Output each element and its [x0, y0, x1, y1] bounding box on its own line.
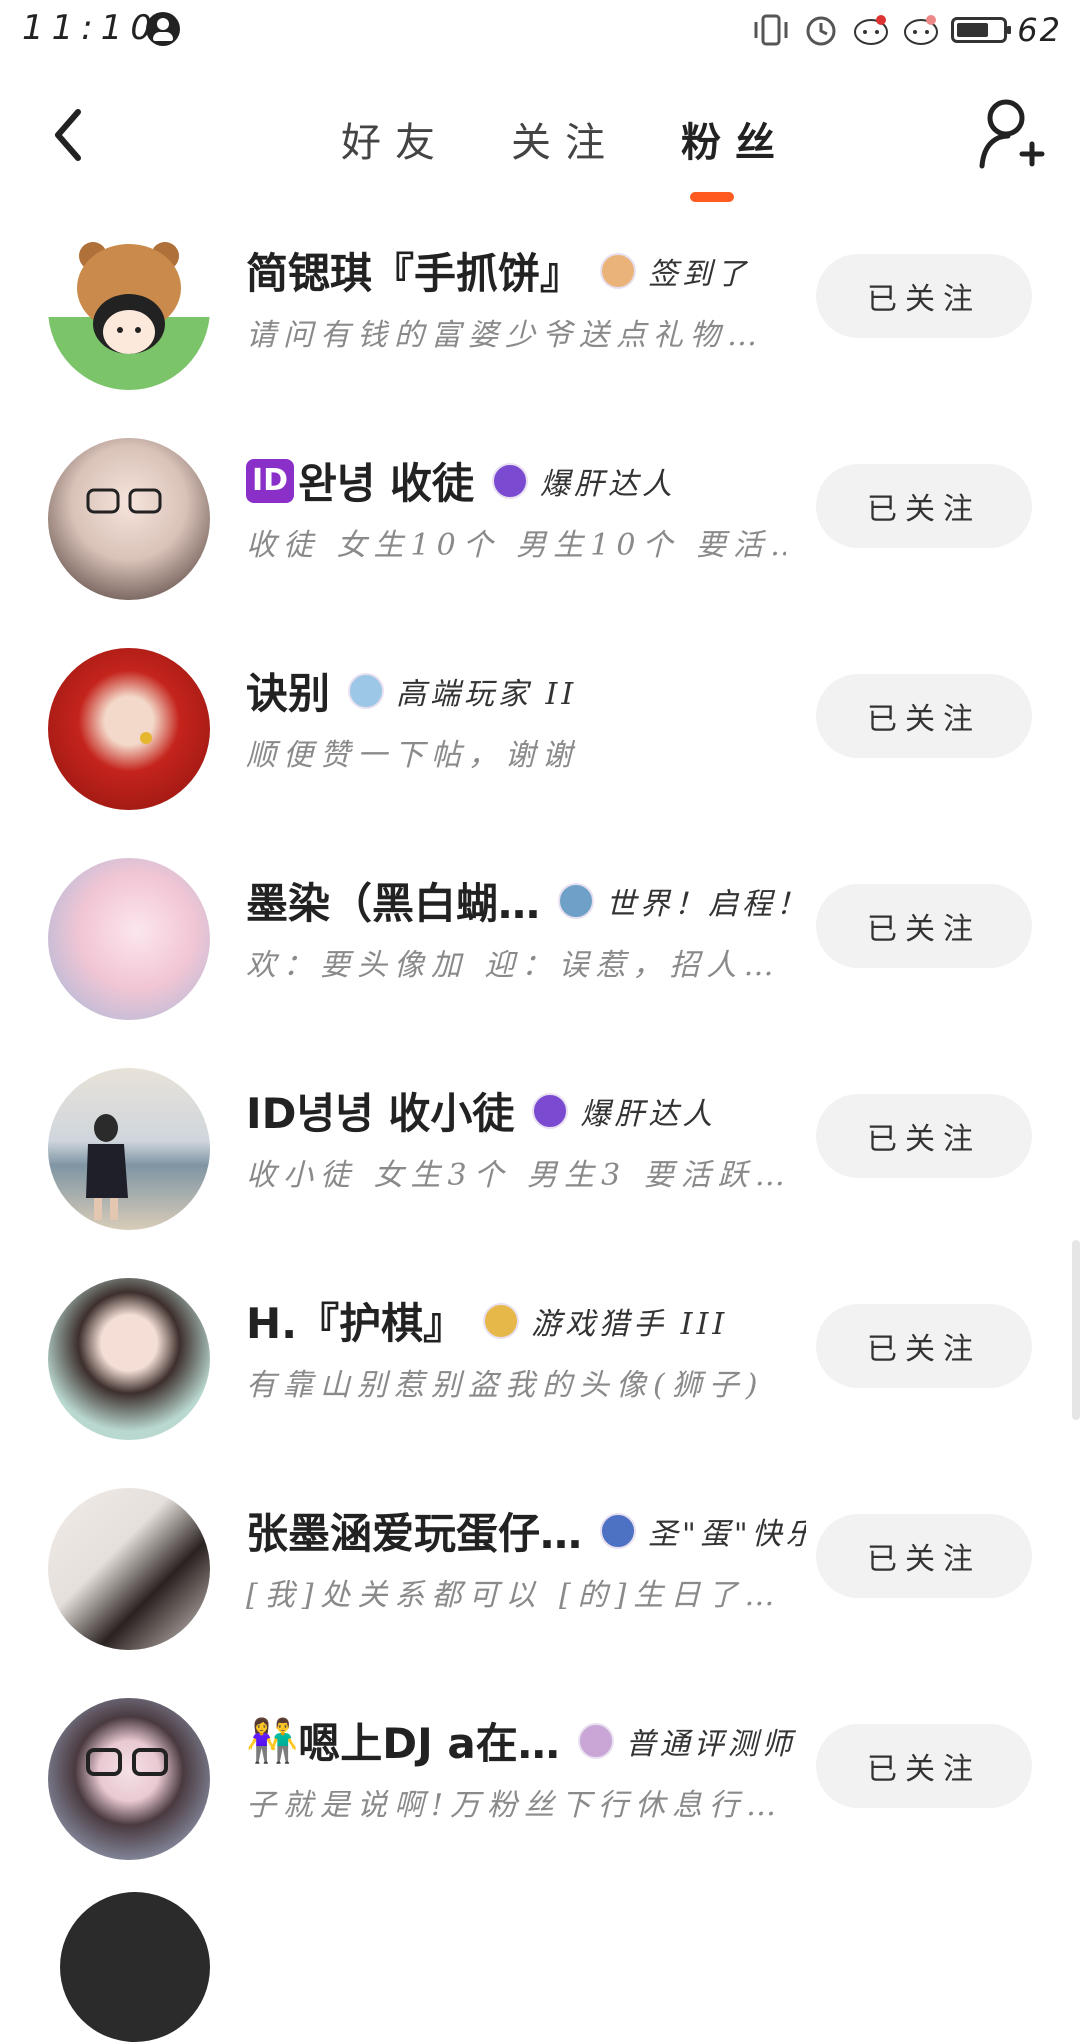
name-line: 诀别 高端玩家 II [246, 660, 577, 721]
list-item[interactable]: 墨染（黑白蝴… 世界！启程！ 欢：要头像加 迎：误惹，招人… 已关注 [0, 840, 1080, 1050]
name-line: ID녕녕 收小徒 爆肝达人 [246, 1080, 716, 1141]
vibrate-icon [754, 14, 788, 46]
user-bio: 收徒 女生10个 男生10个 要活… [246, 528, 786, 563]
user-name[interactable]: 嗯上DJ a在… [298, 1710, 559, 1771]
name-line: ID 완녕 收徒 爆肝达人 [246, 450, 676, 511]
tab-fans[interactable]: 粉丝 [650, 110, 820, 168]
followed-button[interactable]: 已关注 [816, 464, 1032, 548]
user-bio: 收小徒 女生3个 男生3 要活跃… [246, 1158, 786, 1193]
medal-icon [577, 1722, 614, 1759]
name-line: 张墨涵爱玩蛋仔… 圣"蛋"快乐 [246, 1500, 806, 1561]
name-line: H.『护棋』 游戏猎手 III [246, 1290, 728, 1351]
alarm-icon [806, 16, 836, 46]
user-title: 世界！启程！ [606, 886, 806, 922]
list-item[interactable]: H.『护棋』 游戏猎手 III 有靠山别惹别盗我的头像(狮子) 已关注 [0, 1260, 1080, 1470]
couple-emoji-icon: 👫 [246, 1715, 299, 1765]
avatar[interactable] [48, 1278, 210, 1440]
user-title: 圣"蛋"快乐 [648, 1516, 806, 1552]
user-bio: 欢：要头像加 迎：误惹，招人… [246, 948, 781, 983]
status-bar: 11:10 62 [0, 0, 1080, 60]
user-bio: 子就是说啊!万粉丝下行休息行… [246, 1788, 784, 1823]
avatar[interactable] [48, 1488, 210, 1650]
tab-bar: 好友 关注 粉丝 [310, 110, 820, 168]
user-name[interactable]: 张墨涵爱玩蛋仔… [246, 1500, 582, 1561]
account-icon [146, 12, 180, 46]
red-hair-avatar-image [140, 732, 152, 744]
header: 好友 关注 粉丝 [0, 70, 1080, 210]
list-item[interactable]: 简锶琪『手抓饼』 签到了 请问有钱的富婆少爷送点礼物… 已关注 [0, 210, 1080, 420]
medal-icon [491, 462, 528, 499]
user-bio: 顺便赞一下帖，谢谢 [246, 738, 579, 773]
user-title: 爆肝达人 [539, 466, 676, 502]
add-friend-icon[interactable] [976, 96, 1046, 172]
avatar[interactable] [48, 438, 210, 600]
user-title: 普通评测师 [625, 1726, 796, 1762]
followed-button[interactable]: 已关注 [816, 674, 1032, 758]
medal-icon [532, 1092, 569, 1129]
user-name[interactable]: H.『护棋』 [246, 1290, 465, 1351]
followed-button[interactable]: 已关注 [816, 1514, 1032, 1598]
tab-friends[interactable]: 好友 [310, 110, 480, 168]
followed-button[interactable]: 已关注 [816, 1304, 1032, 1388]
bear-avatar-image [77, 242, 181, 354]
avatar[interactable] [48, 228, 210, 390]
medal-icon [600, 1512, 637, 1549]
battery-icon [951, 17, 1012, 43]
beach-avatar-image [86, 1114, 128, 1220]
user-title: 游戏猎手 III [531, 1306, 729, 1342]
status-icons: 62 [751, 8, 1062, 52]
followed-button[interactable]: 已关注 [816, 884, 1032, 968]
name-line: 墨染（黑白蝴… 世界！启程！ [246, 870, 806, 931]
avatar[interactable] [48, 858, 210, 1020]
medal-icon [600, 252, 637, 289]
hello-kitty-icon-2 [904, 15, 939, 45]
followed-button[interactable]: 已关注 [816, 254, 1032, 338]
id-badge: ID [246, 458, 295, 503]
user-title: 高端玩家 II [396, 676, 578, 712]
active-tab-indicator [690, 192, 734, 202]
name-line: 👫 嗯上DJ a在… 普通评测师 [246, 1710, 796, 1771]
tab-following[interactable]: 关注 [480, 110, 650, 168]
avatar[interactable] [48, 648, 210, 810]
avatar[interactable] [60, 1892, 210, 2042]
medal-icon [483, 1302, 520, 1339]
list-item[interactable]: ID 완녕 收徒 爆肝达人 收徒 女生10个 男生10个 要活… 已关注 [0, 420, 1080, 630]
user-bio: 有靠山别惹别盗我的头像(狮子) [246, 1368, 765, 1403]
list-item[interactable]: ID녕녕 收小徒 爆肝达人 收小徒 女生3个 男生3 要活跃… 已关注 [0, 1050, 1080, 1260]
list-item[interactable]: 张墨涵爱玩蛋仔… 圣"蛋"快乐 [我]处关系都可以 [的]生日了… 已关注 [0, 1470, 1080, 1680]
followed-button[interactable]: 已关注 [816, 1094, 1032, 1178]
medal-icon [558, 882, 595, 919]
user-bio: [我]处关系都可以 [的]生日了… [246, 1578, 782, 1613]
name-line: 简锶琪『手抓饼』 签到了 [246, 240, 750, 301]
user-name[interactable]: 简锶琪『手抓饼』 [246, 240, 582, 301]
medal-icon [348, 672, 385, 709]
fans-list: 简锶琪『手抓饼』 签到了 请问有钱的富婆少爷送点礼物… 已关注 ID 완녕 收徒… [0, 210, 1080, 1890]
girl-glasses-avatar-image-2 [86, 1748, 168, 1776]
list-item[interactable]: 诀别 高端玩家 II 顺便赞一下帖，谢谢 已关注 [0, 630, 1080, 840]
user-title: 签到了 [648, 256, 751, 292]
list-item[interactable]: 👫 嗯上DJ a在… 普通评测师 子就是说啊!万粉丝下行休息行… 已关注 [0, 1680, 1080, 1890]
status-time: 11:10 [22, 8, 160, 48]
battery-level: 62 [1017, 11, 1062, 49]
user-name[interactable]: 墨染（黑白蝴… [246, 870, 540, 931]
avatar[interactable] [48, 1698, 210, 1860]
user-name[interactable]: 诀别 [246, 660, 330, 721]
hello-kitty-icon [854, 15, 889, 45]
user-title: 爆肝达人 [580, 1096, 717, 1132]
user-name[interactable]: 완녕 收徒 [298, 450, 474, 511]
user-name[interactable]: ID녕녕 收小徒 [246, 1080, 514, 1141]
avatar[interactable] [48, 1068, 210, 1230]
user-bio: 请问有钱的富婆少爷送点礼物… [246, 318, 764, 353]
back-icon[interactable] [40, 100, 100, 170]
scrollbar[interactable] [1072, 1240, 1080, 1420]
followed-button[interactable]: 已关注 [816, 1724, 1032, 1808]
girl-glasses-avatar-image [86, 488, 162, 514]
